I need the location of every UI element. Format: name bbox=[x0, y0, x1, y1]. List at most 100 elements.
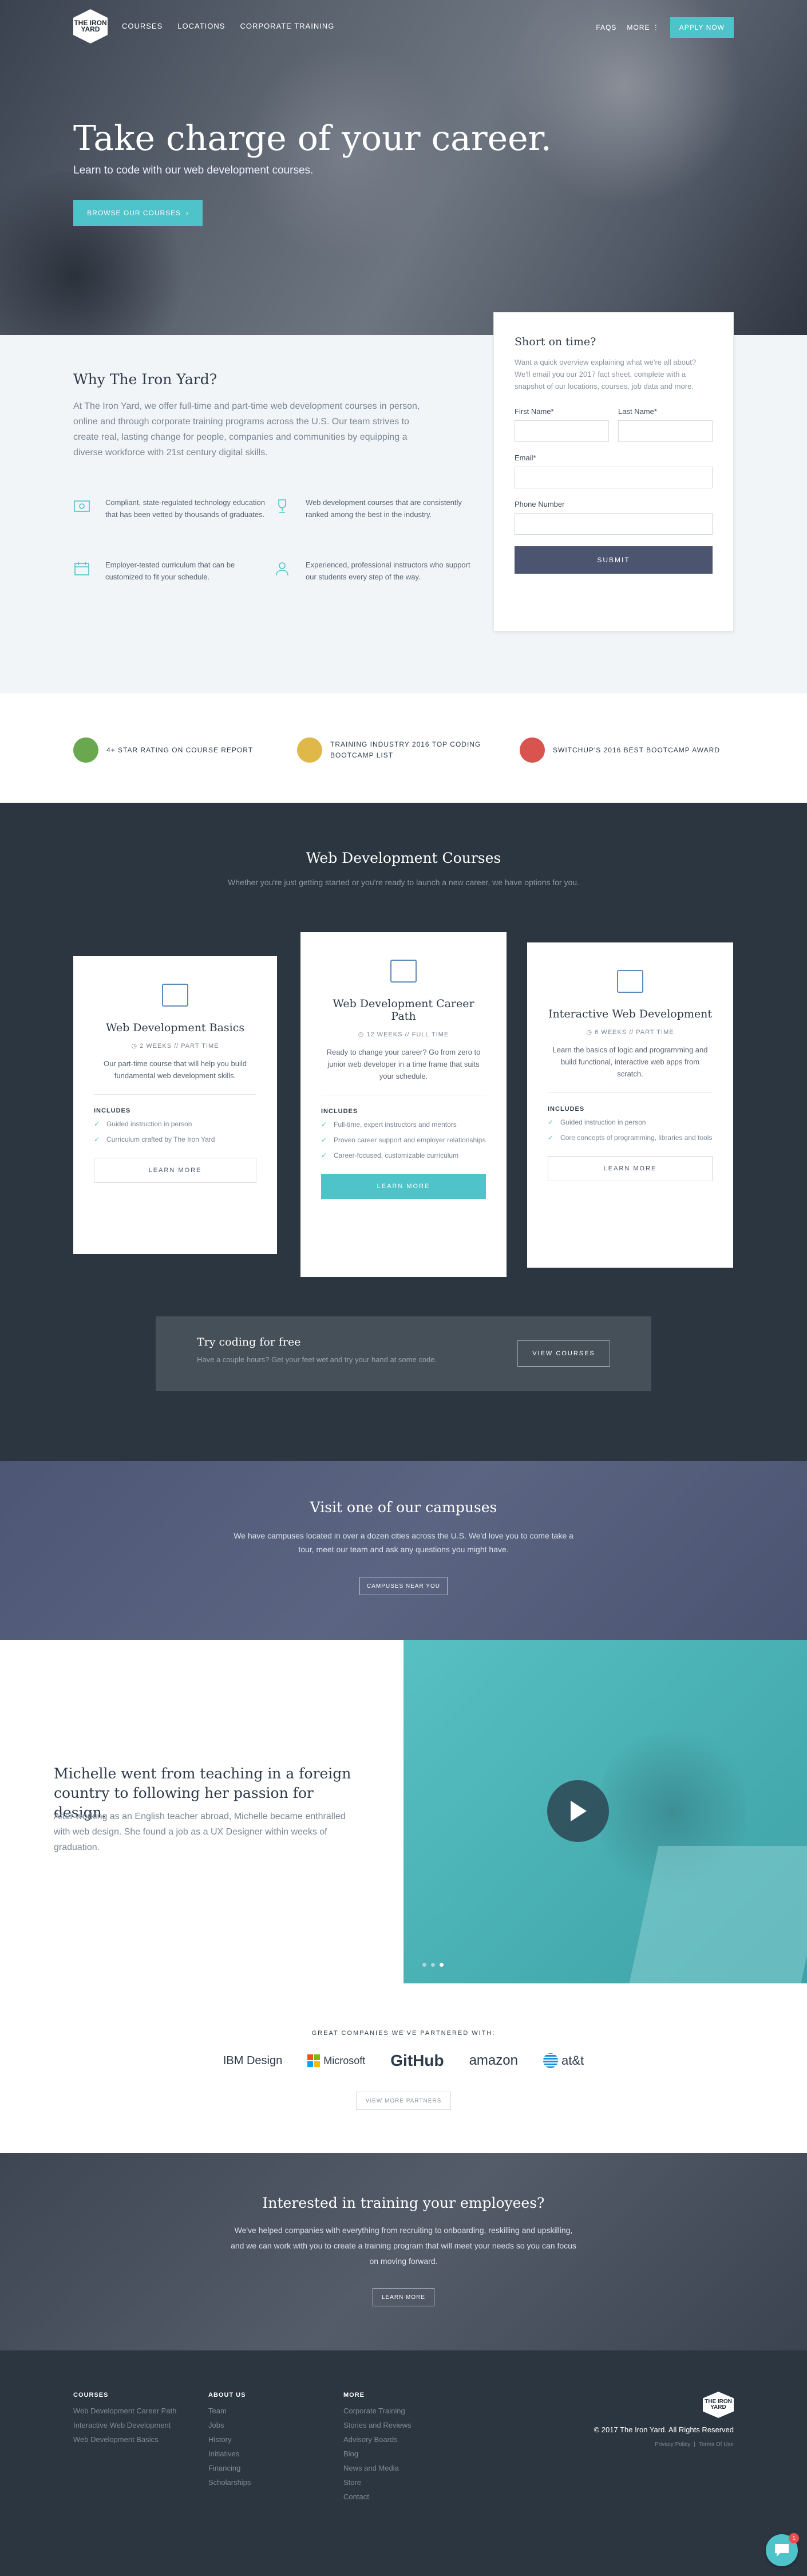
footer-link[interactable]: Financing bbox=[208, 2464, 251, 2472]
phone-field[interactable] bbox=[515, 513, 713, 535]
chat-bubble-icon bbox=[775, 2544, 789, 2557]
include-item: Full-time, expert instructors and mentor… bbox=[321, 1119, 486, 1130]
footer-link[interactable]: History bbox=[208, 2435, 251, 2444]
learn-more-button[interactable]: LEARN MORE bbox=[321, 1174, 486, 1199]
footer-link[interactable]: Interactive Web Development bbox=[73, 2421, 176, 2429]
course-duration: ◷ 12 WEEKS // FULL TIME bbox=[321, 1031, 486, 1038]
github-logo: GitHub bbox=[390, 2052, 444, 2069]
footer: COURSES Web Development Career Path Inte… bbox=[0, 2350, 807, 2576]
carousel-dot[interactable] bbox=[431, 1963, 435, 1967]
clock-icon: ◷ bbox=[586, 1029, 593, 1036]
footer-link[interactable]: Scholarships bbox=[208, 2478, 251, 2487]
story-section: Michelle went from teaching in a foreign… bbox=[0, 1640, 807, 1983]
footer-link[interactable]: Blog bbox=[343, 2449, 412, 2458]
nav-link-corporate-training[interactable]: CORPORATE TRAINING bbox=[240, 22, 334, 30]
calendar-icon bbox=[74, 562, 89, 575]
award-item: TRAINING INDUSTRY 2016 TOP CODING BOOTCA… bbox=[297, 737, 503, 763]
privacy-policy-link[interactable]: Privacy Policy bbox=[655, 2441, 690, 2448]
hero-title: Take charge of your career. bbox=[73, 119, 552, 159]
footer-logo[interactable]: THE IRON YARD bbox=[703, 2392, 734, 2418]
view-courses-button[interactable]: VIEW COURSES bbox=[517, 1340, 610, 1367]
include-item: Proven career support and employer relat… bbox=[321, 1135, 486, 1146]
apply-now-button[interactable]: APPLY NOW bbox=[670, 17, 734, 38]
training-industry-badge-icon bbox=[297, 737, 322, 763]
browse-courses-button[interactable]: BROWSE OUR COURSES › bbox=[73, 200, 203, 226]
legal-divider: | bbox=[694, 2441, 695, 2448]
terms-of-use-link[interactable]: Terms Of Use bbox=[699, 2441, 734, 2448]
course-title: Web Development Basics bbox=[105, 1021, 245, 1034]
first-name-field[interactable] bbox=[515, 420, 609, 442]
story-video[interactable] bbox=[404, 1640, 807, 1983]
award-item: SWITCHUP'S 2016 BEST BOOTCAMP AWARD bbox=[520, 737, 720, 763]
course-description: Ready to change your career? Go from zer… bbox=[321, 1046, 486, 1095]
course-report-badge-icon bbox=[73, 737, 98, 763]
nav-link-more[interactable]: MORE ⋮ bbox=[627, 23, 659, 31]
footer-link[interactable]: Stories and Reviews bbox=[343, 2421, 412, 2429]
campuses-near-you-button[interactable]: CAMPUSES NEAR YOU bbox=[359, 1577, 448, 1595]
course-description: Our part-time course that will help you … bbox=[94, 1058, 256, 1095]
learn-more-button[interactable]: LEARN MORE bbox=[548, 1156, 713, 1181]
course-duration: ◷ 6 WEEKS // PART TIME bbox=[548, 1028, 713, 1036]
att-logo: at&t bbox=[543, 2053, 584, 2068]
iron-yard-logo[interactable]: THE IRON YARD bbox=[73, 9, 108, 44]
footer-link[interactable]: Advisory Boards bbox=[343, 2435, 412, 2444]
course-duration: ◷ 2 WEEKS // PART TIME bbox=[94, 1042, 256, 1050]
chat-button[interactable]: 1 bbox=[766, 2533, 799, 2566]
last-name-field[interactable] bbox=[618, 420, 713, 442]
footer-link[interactable]: Contact bbox=[343, 2492, 412, 2501]
carousel-dot[interactable] bbox=[440, 1963, 444, 1967]
att-wordmark: at&t bbox=[561, 2053, 584, 2068]
arrow-right-icon: › bbox=[185, 209, 189, 217]
training-text: We've helped companies with everything f… bbox=[231, 2226, 576, 2266]
courses-subtitle: Whether you're just getting started or y… bbox=[228, 878, 579, 887]
try-coding-box: Try coding for free Have a couple hours?… bbox=[156, 1316, 651, 1391]
training-learn-more-button[interactable]: LEARN MORE bbox=[373, 2288, 434, 2306]
feature-text: Employer-tested curriculum that can be c… bbox=[105, 561, 235, 581]
nav-link-locations[interactable]: LOCATIONS bbox=[177, 22, 225, 30]
footer-link[interactable]: Jobs bbox=[208, 2421, 251, 2429]
course-card: Web Development Basics ◷ 2 WEEKS // PART… bbox=[73, 956, 277, 1254]
footer-column-more: MORE Corporate Training Stories and Revi… bbox=[343, 2392, 412, 2507]
submit-button[interactable]: SUBMIT bbox=[515, 546, 713, 574]
why-intro: At The Iron Yard, we offer full-time and… bbox=[73, 401, 420, 457]
footer-link[interactable]: Store bbox=[343, 2478, 412, 2487]
legal-links: Privacy Policy | Terms Of Use bbox=[655, 2441, 734, 2448]
copyright-text: © 2017 The Iron Yard. All Rights Reserve… bbox=[594, 2425, 734, 2434]
nav-link-courses[interactable]: COURSES bbox=[122, 22, 163, 30]
carousel-dot[interactable] bbox=[422, 1963, 426, 1967]
include-item: Guided instruction in person bbox=[548, 1117, 713, 1128]
view-more-partners-button[interactable]: VIEW MORE PARTNERS bbox=[356, 2092, 451, 2110]
includes-label: INCLUDES bbox=[94, 1107, 131, 1114]
include-item: Core concepts of programming, libraries … bbox=[548, 1133, 713, 1143]
includes-label: INCLUDES bbox=[321, 1108, 358, 1115]
footer-link[interactable]: Corporate Training bbox=[343, 2407, 412, 2415]
footer-link[interactable]: Team bbox=[208, 2407, 251, 2415]
footer-link[interactable]: News and Media bbox=[343, 2464, 412, 2472]
footer-link[interactable]: Web Development Career Path bbox=[73, 2407, 176, 2415]
include-item: Guided instruction in person bbox=[94, 1119, 256, 1130]
switchup-badge-icon bbox=[520, 737, 545, 763]
footer-link[interactable]: Initiatives bbox=[208, 2449, 251, 2458]
courses-section: Web Development Courses Whether you're j… bbox=[0, 803, 807, 1461]
more-label: MORE bbox=[627, 23, 650, 31]
awards-section: 4+ STAR RATING ON COURSE REPORT TRAINING… bbox=[0, 693, 807, 803]
clock-icon: ◷ bbox=[358, 1031, 365, 1038]
amazon-logo: amazon bbox=[469, 2053, 518, 2068]
att-globe-icon bbox=[543, 2053, 558, 2068]
play-button[interactable] bbox=[547, 1780, 609, 1842]
play-icon bbox=[571, 1801, 587, 1821]
why-title: Why The Iron Yard? bbox=[73, 371, 217, 388]
ibm-design-logo: IBM Design bbox=[223, 2054, 283, 2067]
top-nav: THE IRON YARD COURSES LOCATIONS CORPORAT… bbox=[0, 0, 807, 52]
microsoft-logo: Microsoft bbox=[307, 2054, 365, 2067]
duration-text: 6 WEEKS // PART TIME bbox=[595, 1029, 674, 1036]
duration-text: 2 WEEKS // PART TIME bbox=[140, 1043, 219, 1050]
partners-label: GREAT COMPANIES WE'VE PARTNERED WITH: bbox=[311, 2030, 496, 2037]
footer-column-title: ABOUT US bbox=[208, 2392, 246, 2399]
footer-link[interactable]: Web Development Basics bbox=[73, 2435, 176, 2444]
email-field[interactable] bbox=[515, 467, 713, 488]
course-career-path-icon bbox=[390, 960, 417, 983]
nav-link-faqs[interactable]: FAQS bbox=[596, 23, 616, 31]
learn-more-button[interactable]: LEARN MORE bbox=[94, 1158, 256, 1183]
chat-notification-badge: 1 bbox=[789, 2533, 799, 2543]
